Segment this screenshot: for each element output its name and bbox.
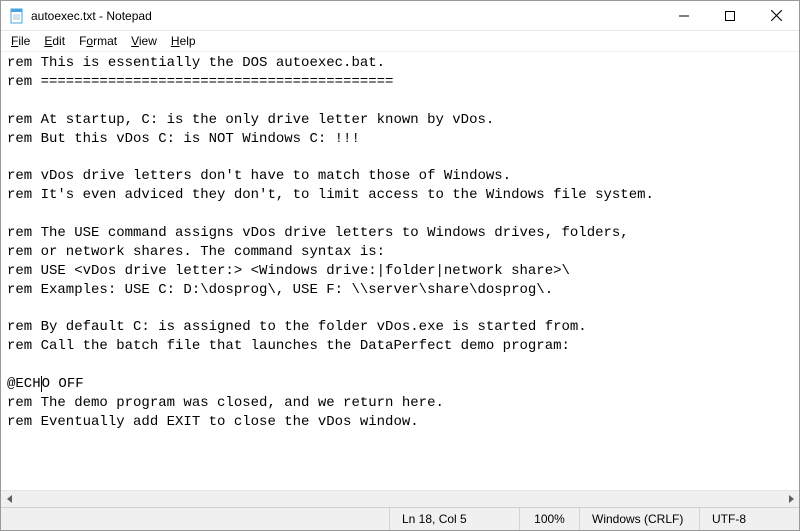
scroll-left-button[interactable] [1, 491, 18, 507]
text-line: ​ [7, 356, 793, 375]
text-line: rem The USE command assigns vDos drive l… [7, 224, 793, 243]
titlebar: autoexec.txt - Notepad [1, 1, 799, 31]
text-line: ​ [7, 148, 793, 167]
editor: rem This is essentially the DOS autoexec… [1, 51, 799, 507]
text-area[interactable]: rem This is essentially the DOS autoexec… [1, 52, 799, 490]
window-controls [661, 1, 799, 30]
text-line: rem vDos drive letters don't have to mat… [7, 167, 793, 186]
minimize-button[interactable] [661, 1, 707, 30]
text-line: @ECHO OFF [7, 375, 793, 394]
menu-format[interactable]: Format [73, 33, 123, 49]
scroll-right-button[interactable] [782, 491, 799, 507]
status-zoom: 100% [519, 508, 579, 530]
scroll-track[interactable] [18, 491, 782, 507]
text-line: rem Eventually add EXIT to close the vDo… [7, 413, 793, 432]
menu-help[interactable]: Help [165, 33, 202, 49]
text-line: ​ [7, 92, 793, 111]
menu-view[interactable]: View [125, 33, 163, 49]
menu-format-rest: rmat [93, 34, 117, 48]
text-line: rem or network shares. The command synta… [7, 243, 793, 262]
text-line: rem But this vDos C: is NOT Windows C: !… [7, 130, 793, 149]
maximize-button[interactable] [707, 1, 753, 30]
text-line: rem This is essentially the DOS autoexec… [7, 54, 793, 73]
text-line: rem The demo program was closed, and we … [7, 394, 793, 413]
menu-edit-rest: dit [52, 34, 65, 48]
close-button[interactable] [753, 1, 799, 30]
menu-edit[interactable]: Edit [38, 33, 71, 49]
text-line: rem At startup, C: is the only drive let… [7, 111, 793, 130]
text-line: rem It's even adviced they don't, to lim… [7, 186, 793, 205]
menu-file[interactable]: File [5, 33, 36, 49]
text-line: rem Examples: USE C: D:\dosprog\, USE F:… [7, 281, 793, 300]
notepad-icon [9, 8, 25, 24]
menu-help-rest: elp [180, 34, 196, 48]
text-caret [41, 376, 42, 392]
text-line: ​ [7, 300, 793, 319]
status-empty [1, 508, 389, 530]
text-line: rem ====================================… [7, 73, 793, 92]
menu-view-rest: iew [139, 34, 157, 48]
text-line: rem By default C: is assigned to the fol… [7, 318, 793, 337]
window-title: autoexec.txt - Notepad [31, 9, 152, 23]
horizontal-scrollbar[interactable] [1, 490, 799, 507]
status-position: Ln 18, Col 5 [389, 508, 519, 530]
status-encoding: UTF-8 [699, 508, 799, 530]
text-line: rem USE <vDos drive letter:> <Windows dr… [7, 262, 793, 281]
text-line: rem Call the batch file that launches th… [7, 337, 793, 356]
statusbar: Ln 18, Col 5 100% Windows (CRLF) UTF-8 [1, 507, 799, 530]
menubar: File Edit Format View Help [1, 31, 799, 51]
menu-file-rest: ile [18, 34, 30, 48]
status-line-ending: Windows (CRLF) [579, 508, 699, 530]
text-line: ​ [7, 205, 793, 224]
